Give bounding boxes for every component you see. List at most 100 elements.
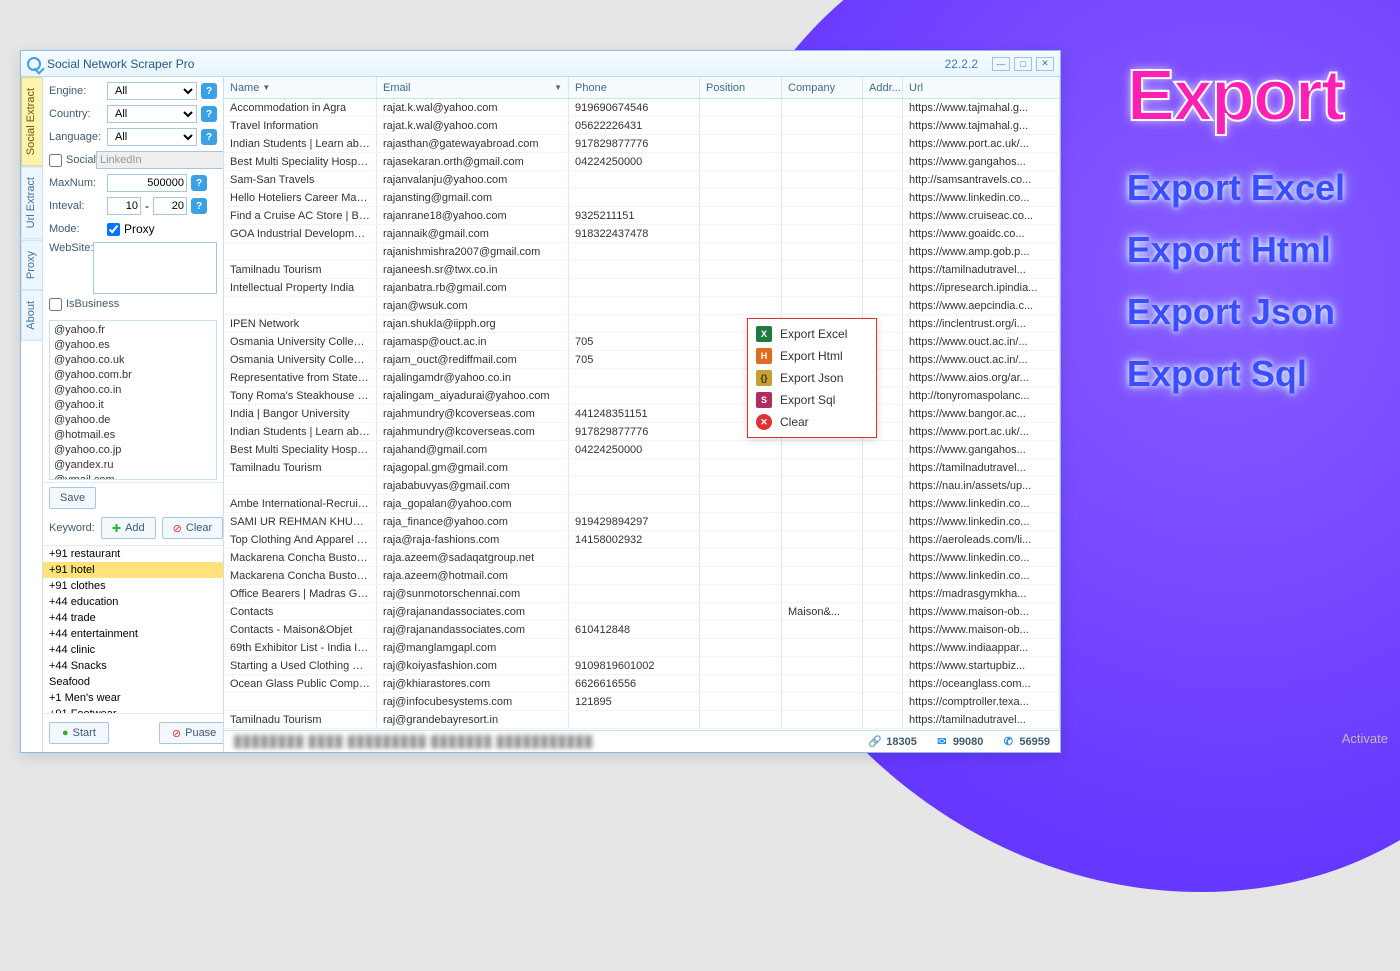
menu-export-sql[interactable]: SExport Sql bbox=[748, 389, 876, 411]
engine-select[interactable]: All bbox=[107, 82, 197, 100]
pause-button[interactable]: Puase bbox=[159, 722, 224, 744]
table-row[interactable]: Intellectual Property India rajanbatra.r… bbox=[224, 279, 1060, 297]
keyword-item[interactable]: +91 restaurant bbox=[43, 546, 223, 562]
domain-item[interactable]: @yahoo.co.jp bbox=[54, 443, 212, 458]
keyword-item[interactable]: +44 education bbox=[43, 594, 223, 610]
menu-export-json[interactable]: {}Export Json bbox=[748, 367, 876, 389]
interval-to-input[interactable] bbox=[153, 197, 187, 215]
maxnum-input[interactable] bbox=[107, 174, 187, 192]
table-row[interactable]: Mackarena Concha Bustos on ... raja.azee… bbox=[224, 567, 1060, 585]
help-icon[interactable]: ? bbox=[201, 106, 217, 122]
table-row[interactable]: Contacts raj@rajanandassociates.com Mais… bbox=[224, 603, 1060, 621]
table-row[interactable]: Tamilnadu Tourism raj@grandebayresort.in… bbox=[224, 711, 1060, 729]
country-select[interactable]: All bbox=[107, 105, 197, 123]
domain-item[interactable]: @yahoo.co.uk bbox=[54, 353, 212, 368]
keyword-item[interactable]: +91 Footwear bbox=[43, 706, 223, 713]
table-row[interactable]: Starting a Used Clothing Busi... raj@koi… bbox=[224, 657, 1060, 675]
tab-about[interactable]: About bbox=[21, 290, 42, 341]
domain-item[interactable]: @yahoo.fr bbox=[54, 323, 212, 338]
col-email[interactable]: Email▼ bbox=[377, 77, 569, 98]
table-row[interactable]: raj@infocubesystems.com 121895 https://c… bbox=[224, 693, 1060, 711]
interval-from-input[interactable] bbox=[107, 197, 141, 215]
table-row[interactable]: Indian Students | Learn about ... rajast… bbox=[224, 135, 1060, 153]
domain-item[interactable]: @ymail.com bbox=[54, 473, 212, 480]
table-row[interactable]: Find a Cruise AC Store | Buy C... rajanr… bbox=[224, 207, 1060, 225]
table-row[interactable]: Osmania University College of... rajam_o… bbox=[224, 351, 1060, 369]
table-row[interactable]: rajanishmishra2007@gmail.com https://www… bbox=[224, 243, 1060, 261]
table-row[interactable]: Contacts - Maison&Objet raj@rajanandasso… bbox=[224, 621, 1060, 639]
keyword-item[interactable]: +91 clothes bbox=[43, 578, 223, 594]
domain-item[interactable]: @yahoo.de bbox=[54, 413, 212, 428]
help-icon[interactable]: ? bbox=[201, 129, 217, 145]
keyword-item[interactable]: +44 entertainment bbox=[43, 626, 223, 642]
table-row[interactable]: rajababuvyas@gmail.com https://nau.in/as… bbox=[224, 477, 1060, 495]
tab-url-extract[interactable]: Url Extract bbox=[21, 166, 42, 239]
domain-item[interactable]: @yahoo.co.in bbox=[54, 383, 212, 398]
domain-list[interactable]: @yahoo.fr@yahoo.es@yahoo.co.uk@yahoo.com… bbox=[49, 320, 217, 480]
social-checkbox[interactable] bbox=[49, 154, 62, 167]
keyword-item[interactable]: +91 hotel bbox=[43, 562, 223, 578]
col-position[interactable]: Position bbox=[700, 77, 782, 98]
col-address[interactable]: Addr... bbox=[863, 77, 903, 98]
grid-header: Name▼ Email▼ Phone Position Company Addr… bbox=[224, 77, 1060, 99]
col-company[interactable]: Company bbox=[782, 77, 863, 98]
close-button[interactable]: ✕ bbox=[1036, 57, 1054, 71]
keyword-item[interactable]: +44 Snacks bbox=[43, 658, 223, 674]
domain-item[interactable]: @yahoo.it bbox=[54, 398, 212, 413]
isbusiness-checkbox[interactable] bbox=[49, 298, 62, 311]
domain-item[interactable]: @yahoo.com.br bbox=[54, 368, 212, 383]
table-row[interactable]: Best Multi Speciality Hospital i... raja… bbox=[224, 441, 1060, 459]
table-row[interactable]: India | Bangor University rajahmundry@kc… bbox=[224, 405, 1060, 423]
keyword-item[interactable]: Seafood bbox=[43, 674, 223, 690]
menu-export-html[interactable]: HExport Html bbox=[748, 345, 876, 367]
table-row[interactable]: Office Bearers | Madras Gymk... raj@sunm… bbox=[224, 585, 1060, 603]
keyword-item[interactable]: +1 Men's wear bbox=[43, 690, 223, 706]
menu-clear[interactable]: ✕Clear bbox=[748, 411, 876, 433]
tab-social-extract[interactable]: Social Extract bbox=[21, 77, 42, 166]
add-keyword-button[interactable]: Add bbox=[101, 517, 156, 539]
clear-keyword-button[interactable]: Clear bbox=[162, 517, 224, 539]
start-button[interactable]: Start bbox=[49, 722, 109, 744]
table-row[interactable]: Accommodation in Agra rajat.k.wal@yahoo.… bbox=[224, 99, 1060, 117]
domain-item[interactable]: @yahoo.es bbox=[54, 338, 212, 353]
help-icon[interactable]: ? bbox=[191, 198, 207, 214]
language-select[interactable]: All bbox=[107, 128, 197, 146]
help-icon[interactable]: ? bbox=[191, 175, 207, 191]
domain-item[interactable]: @hotmail.es bbox=[54, 428, 212, 443]
domain-item[interactable]: @yandex.ru bbox=[54, 458, 212, 473]
table-row[interactable]: Sam-San Travels rajanvalanju@yahoo.com h… bbox=[224, 171, 1060, 189]
table-row[interactable]: Tony Roma's Steakhouse Rest... rajalinga… bbox=[224, 387, 1060, 405]
table-row[interactable]: Tamilnadu Tourism rajaneesh.sr@twx.co.in… bbox=[224, 261, 1060, 279]
grid-body[interactable]: Accommodation in Agra rajat.k.wal@yahoo.… bbox=[224, 99, 1060, 730]
country-label: Country: bbox=[49, 108, 107, 120]
table-row[interactable]: Ambe International-Recruitme... raja_gop… bbox=[224, 495, 1060, 513]
table-row[interactable]: Mackarena Concha Bustos on ... raja.azee… bbox=[224, 549, 1060, 567]
table-row[interactable]: Ocean Glass Public Company ... raj@khiar… bbox=[224, 675, 1060, 693]
col-url[interactable]: Url bbox=[903, 77, 1060, 98]
table-row[interactable]: rajan@wsuk.com https://www.aepcindia.c..… bbox=[224, 297, 1060, 315]
table-row[interactable]: 69th Exhibitor List - India Inter... raj… bbox=[224, 639, 1060, 657]
table-row[interactable]: Osmania University College of... rajamas… bbox=[224, 333, 1060, 351]
table-row[interactable]: SAMI UR REHMAN KHURAM ... raja_finance@y… bbox=[224, 513, 1060, 531]
table-row[interactable]: Top Clothing And Apparel co... raja@raja… bbox=[224, 531, 1060, 549]
menu-export-excel[interactable]: XExport Excel bbox=[748, 323, 876, 345]
table-row[interactable]: IPEN Network rajan.shukla@iipph.org http… bbox=[224, 315, 1060, 333]
minimize-button[interactable]: — bbox=[992, 57, 1010, 71]
tab-proxy[interactable]: Proxy bbox=[21, 240, 42, 290]
table-row[interactable]: Travel Information rajat.k.wal@yahoo.com… bbox=[224, 117, 1060, 135]
table-row[interactable]: GOA Industrial Development ... rajannaik… bbox=[224, 225, 1060, 243]
table-row[interactable]: Representative from State Soc... rajalin… bbox=[224, 369, 1060, 387]
website-textarea[interactable] bbox=[93, 242, 217, 294]
table-row[interactable]: Tamilnadu Tourism rajagopal.gm@gmail.com… bbox=[224, 459, 1060, 477]
keyword-item[interactable]: +44 trade bbox=[43, 610, 223, 626]
help-icon[interactable]: ? bbox=[201, 83, 217, 99]
table-row[interactable]: Indian Students | Learn about ... rajahm… bbox=[224, 423, 1060, 441]
table-row[interactable]: Best Multi Speciality Hospital i... raja… bbox=[224, 153, 1060, 171]
col-phone[interactable]: Phone bbox=[569, 77, 700, 98]
proxy-checkbox[interactable] bbox=[107, 223, 120, 236]
maximize-button[interactable]: □ bbox=[1014, 57, 1032, 71]
table-row[interactable]: Hello Hoteliers Career Manag... rajansti… bbox=[224, 189, 1060, 207]
keyword-item[interactable]: +44 clinic bbox=[43, 642, 223, 658]
save-button[interactable]: Save bbox=[49, 487, 96, 509]
col-name[interactable]: Name▼ bbox=[224, 77, 377, 98]
